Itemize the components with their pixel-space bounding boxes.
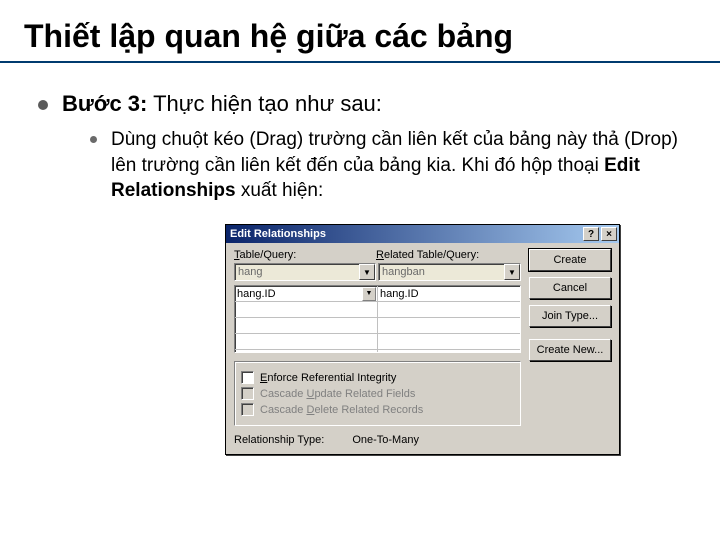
grid-right-value: hang.ID: [380, 286, 419, 302]
relationship-type-label: Relationship Type:: [234, 434, 324, 446]
bullet-level1: Bước 3: Thực hiện tạo như sau:: [38, 91, 702, 117]
dropdown-arrow-icon[interactable]: ▼: [359, 264, 375, 280]
right-table-value: hangban: [382, 266, 425, 278]
cascade-delete-row: Cascade Delete Related Records: [241, 403, 514, 416]
related-table-label: Related Table/Query:: [376, 249, 521, 263]
field-mapping-grid[interactable]: hang.ID ▼ hang.ID: [234, 285, 521, 353]
bullet-dot-icon: [38, 100, 48, 110]
sub-text-2: xuất hiện:: [236, 180, 324, 201]
grid-left-value: hang.ID: [237, 286, 276, 302]
slide-content: Bước 3: Thực hiện tạo như sau: Dùng chuộ…: [0, 63, 720, 204]
table-query-label: Table/Query:: [234, 249, 376, 263]
dropdown-arrow-icon[interactable]: ▼: [362, 287, 376, 301]
bullet-level2: Dùng chuột kéo (Drag) trường cần liên kế…: [90, 127, 702, 204]
left-table-combo[interactable]: hang ▼: [234, 263, 376, 281]
enforce-integrity-row[interactable]: Enforce Referential Integrity: [241, 371, 514, 384]
relationship-type-row: Relationship Type: One-To-Many: [234, 434, 521, 446]
step-text: Thực hiện tạo như sau:: [147, 91, 382, 116]
grid-cell-left-4[interactable]: [235, 334, 377, 350]
dialog-title: Edit Relationships: [230, 228, 581, 240]
sub-text-1: Dùng chuột kéo (Drag) trường cần liên kế…: [111, 129, 678, 176]
grid-cell-left-1[interactable]: hang.ID ▼: [235, 286, 377, 302]
checkbox-disabled-icon: [241, 403, 254, 416]
cascade-update-row: Cascade Update Related Fields: [241, 387, 514, 400]
bullet-dot-small-icon: [90, 136, 97, 143]
dropdown-arrow-icon[interactable]: ▼: [504, 264, 520, 280]
cascade-delete-label: Cascade Delete Related Records: [260, 404, 423, 416]
grid-cell-left-2[interactable]: [235, 302, 377, 318]
left-table-value: hang: [238, 266, 262, 278]
checkbox-disabled-icon: [241, 387, 254, 400]
cascade-update-label: Cascade Update Related Fields: [260, 388, 415, 400]
dialog-titlebar[interactable]: Edit Relationships ? ×: [226, 225, 619, 243]
grid-cell-right-1[interactable]: hang.ID: [378, 286, 520, 302]
edit-relationships-dialog: Edit Relationships ? × Table/Query: Rela…: [225, 224, 620, 455]
checkbox-icon[interactable]: [241, 371, 254, 384]
create-button[interactable]: Create: [529, 249, 611, 271]
step-label: Bước 3:: [62, 91, 147, 116]
relationship-type-value: One-To-Many: [352, 434, 419, 446]
right-table-combo[interactable]: hangban ▼: [378, 263, 521, 281]
grid-cell-right-4[interactable]: [378, 334, 520, 350]
grid-cell-right-3[interactable]: [378, 318, 520, 334]
grid-cell-left-3[interactable]: [235, 318, 377, 334]
integrity-group: Enforce Referential Integrity Cascade Up…: [234, 361, 521, 426]
help-button[interactable]: ?: [583, 227, 599, 241]
cancel-button[interactable]: Cancel: [529, 277, 611, 299]
create-new-button[interactable]: Create New...: [529, 339, 611, 361]
join-type-button[interactable]: Join Type...: [529, 305, 611, 327]
close-button[interactable]: ×: [601, 227, 617, 241]
slide-title: Thiết lập quan hệ giữa các bảng: [0, 0, 720, 61]
enforce-label: Enforce Referential Integrity: [260, 372, 396, 384]
grid-cell-right-2[interactable]: [378, 302, 520, 318]
